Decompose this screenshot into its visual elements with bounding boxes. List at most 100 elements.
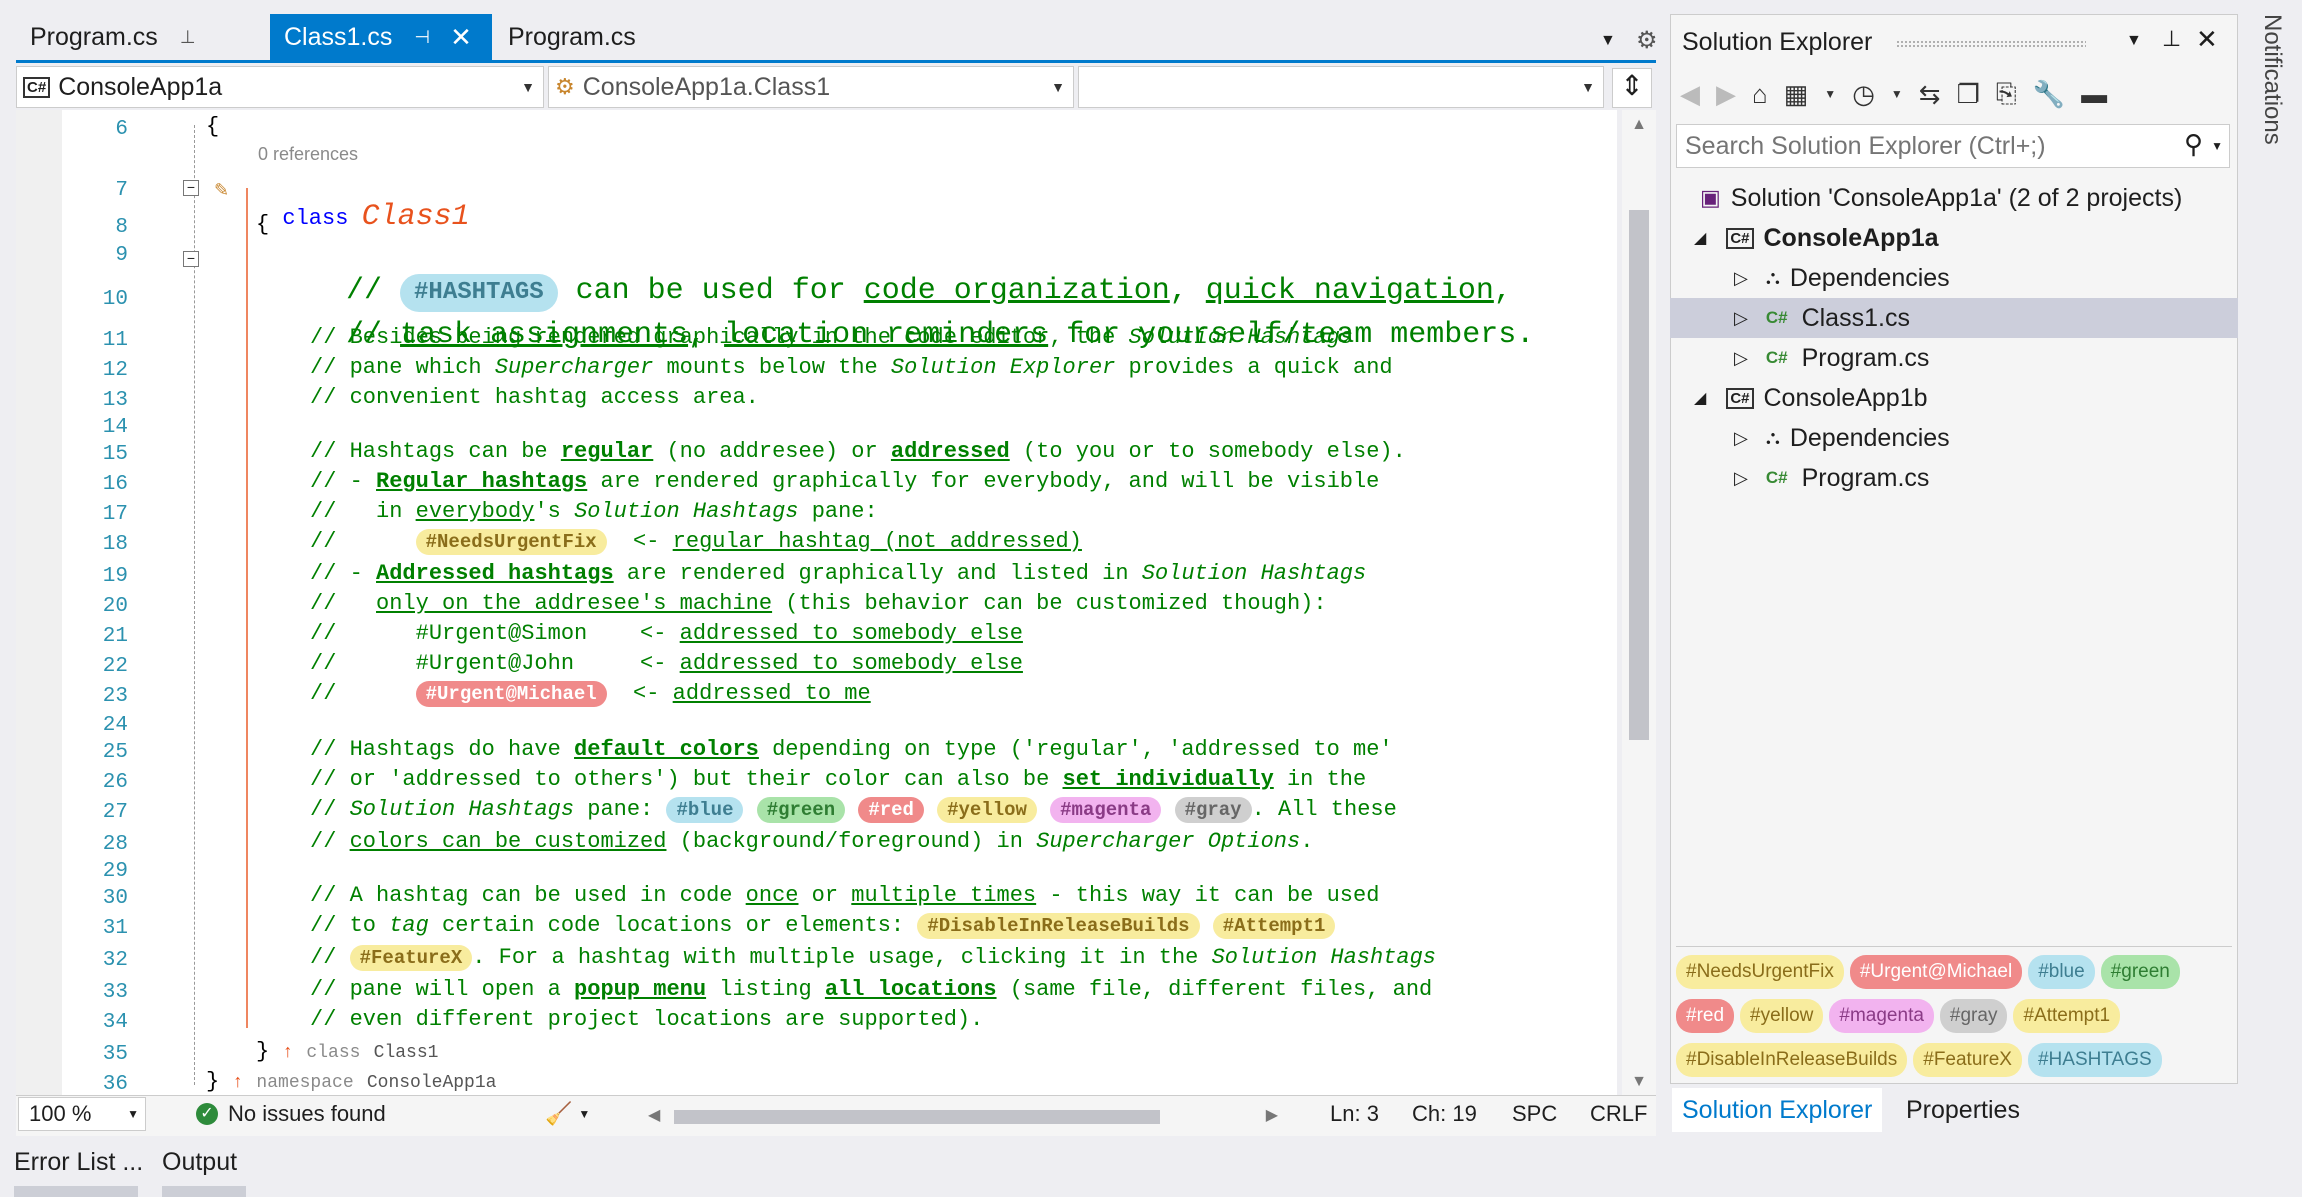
pin-icon[interactable]: ⊣ xyxy=(414,27,430,48)
close-icon[interactable]: ✕ xyxy=(450,22,472,53)
scroll-right-icon[interactable]: ▶ xyxy=(1266,1105,1278,1125)
switch-views-icon[interactable]: ▦ xyxy=(1784,79,1809,110)
home-icon[interactable]: ⌂ xyxy=(1752,79,1768,110)
hashtag-Attempt1[interactable]: #Attempt1 xyxy=(1212,913,1336,939)
hashtag-chip[interactable]: #blue xyxy=(2028,955,2095,989)
hashtag-chip[interactable]: #FeatureX xyxy=(1913,1043,2022,1077)
hashtag-magenta[interactable]: #magenta xyxy=(1050,797,1162,823)
hscroll-thumb[interactable] xyxy=(674,1110,1160,1124)
zoom-dropdown[interactable]: 100 % ▼ xyxy=(18,1097,146,1131)
forward-icon[interactable]: ▶ xyxy=(1716,79,1736,110)
back-icon[interactable]: ◀ xyxy=(1680,79,1700,110)
collapsed-caret-icon[interactable]: ▷ xyxy=(1734,468,1748,489)
column-indicator[interactable]: Ch: 19 xyxy=(1412,1097,1477,1131)
hashtag-chip[interactable]: #yellow xyxy=(1740,999,1824,1033)
line-indicator[interactable]: Ln: 3 xyxy=(1330,1097,1379,1131)
hashtag-FeatureX[interactable]: #FeatureX xyxy=(349,945,473,971)
comment-bold: all locations xyxy=(824,977,997,1002)
tab-program-pinned[interactable]: Program.cs ⊥ xyxy=(16,14,256,60)
pin-icon[interactable]: ⊥ xyxy=(180,27,196,48)
bottom-tab-error-list[interactable]: Error List ... xyxy=(14,1148,143,1177)
collapsed-caret-icon[interactable]: ▷ xyxy=(1734,268,1748,289)
vertical-scrollbar[interactable]: ▲ ▼ xyxy=(1622,110,1656,1095)
scroll-left-icon[interactable]: ◀ xyxy=(648,1105,660,1125)
collapsed-caret-icon[interactable]: ▷ xyxy=(1734,428,1748,449)
hashtag-NeedsUrgentFix[interactable]: #NeedsUrgentFix xyxy=(415,529,607,555)
hashtag-chip[interactable]: #HASHTAGS xyxy=(2027,1043,2162,1077)
code-line-25: // Hashtags do have default colors depen… xyxy=(310,737,1393,762)
tree-project-consoleapp1a[interactable]: ◢ C# ConsoleApp1a xyxy=(1670,218,2238,258)
comment-text: // - xyxy=(310,469,377,494)
minus-icon[interactable]: ▬ xyxy=(2081,79,2107,110)
hashtag-chip[interactable]: #green xyxy=(2100,955,2180,989)
comment-link: addressed to somebody else xyxy=(679,621,1023,646)
bottom-tab-output[interactable]: Output xyxy=(162,1148,237,1177)
codelens-references[interactable]: 0 references xyxy=(258,144,358,165)
search-input[interactable] xyxy=(1683,129,2167,163)
tree-file-program[interactable]: ▷ C# Program.cs xyxy=(1670,338,2238,378)
collapsed-caret-icon[interactable]: ▷ xyxy=(1734,308,1748,329)
tab-class1[interactable]: Class1.cs ⊣ ✕ xyxy=(270,14,492,60)
tree-dependencies[interactable]: ▷ ⛬ Dependencies xyxy=(1670,418,2238,458)
project-dropdown[interactable]: C# ConsoleApp1a ▼ xyxy=(16,66,544,108)
hashtag-green[interactable]: #green xyxy=(756,797,846,823)
collapse-class-icon[interactable]: − xyxy=(183,180,199,196)
hashtag-yellow[interactable]: #yellow xyxy=(937,797,1037,823)
chevron-down-icon[interactable]: ▼ xyxy=(1891,87,1903,101)
tab-program-preview[interactable]: Program.cs xyxy=(494,14,694,60)
tree-solution[interactable]: ▣ Solution 'ConsoleApp1a' (2 of 2 projec… xyxy=(1670,178,2238,218)
member-dropdown[interactable]: ▼ xyxy=(1078,66,1604,108)
tree-project-consoleapp1b[interactable]: ◢ C# ConsoleApp1b xyxy=(1670,378,2238,418)
split-editor-icon[interactable]: ⇕ xyxy=(1612,68,1652,108)
chevron-down-icon[interactable]: ▼ xyxy=(1824,87,1836,101)
pin-icon[interactable]: ⊥ xyxy=(2162,26,2181,52)
sync-icon[interactable]: ⇆ xyxy=(1919,79,1941,110)
type-dropdown[interactable]: ⚙ ConsoleApp1a.Class1 ▼ xyxy=(548,66,1074,108)
scroll-thumb[interactable] xyxy=(1629,210,1649,740)
show-all-files-icon[interactable]: ⎘ xyxy=(1996,78,2017,110)
code-cleanup-icon[interactable]: 🧹 ▼ xyxy=(545,1097,590,1131)
tree-file-class1[interactable]: ▷ C# Class1.cs xyxy=(1670,298,2238,338)
hashtag-Urgent-Michael[interactable]: #Urgent@Michael xyxy=(415,681,607,707)
whitespace-indicator[interactable]: SPC xyxy=(1512,1097,1557,1131)
collapse-all-icon[interactable]: ❐ xyxy=(1957,79,1980,110)
close-icon[interactable]: ✕ xyxy=(2196,24,2218,55)
hashtag-gray[interactable]: #gray xyxy=(1174,797,1252,823)
hashtag-chip[interactable]: #Attempt1 xyxy=(2013,999,2121,1033)
hashtag-chip[interactable]: #Urgent@Michael xyxy=(1849,955,2023,989)
hashtag-DisableInReleaseBuilds[interactable]: #DisableInReleaseBuilds xyxy=(917,913,1200,939)
line-ending-indicator[interactable]: CRLF xyxy=(1590,1097,1647,1131)
hashtag-red[interactable]: #red xyxy=(858,797,924,823)
hashtag-chip[interactable]: #NeedsUrgentFix xyxy=(1676,955,1844,989)
se-tab-solution-explorer[interactable]: Solution Explorer xyxy=(1672,1088,1883,1132)
chevron-down-icon[interactable]: ▼ xyxy=(2211,139,2223,153)
tab-overflow-icon[interactable]: ▼ xyxy=(1600,32,1616,50)
hashtag-chip[interactable]: #DisableInReleaseBuilds xyxy=(1676,1043,1908,1077)
expanded-caret-icon[interactable]: ◢ xyxy=(1694,388,1706,408)
panel-menu-icon[interactable]: ▼ xyxy=(2126,32,2142,50)
hashtag-chip[interactable]: #gray xyxy=(1939,999,2008,1033)
tree-dependencies[interactable]: ▷ ⛬ Dependencies xyxy=(1670,258,2238,298)
expanded-caret-icon[interactable]: ◢ xyxy=(1694,228,1706,248)
gear-icon[interactable]: ⚙ xyxy=(1636,26,1658,55)
collapse-comment-icon[interactable]: − xyxy=(183,251,199,267)
tab-label: Program.cs xyxy=(30,22,158,51)
horizontal-scrollbar[interactable]: ◀ ▶ xyxy=(648,1103,1278,1129)
search-box[interactable]: ⚲ ▼ xyxy=(1676,124,2230,168)
issues-indicator[interactable]: ✓ No issues found xyxy=(196,1097,386,1131)
tree-file-program[interactable]: ▷ C# Program.cs xyxy=(1670,458,2238,498)
search-icon[interactable]: ⚲ xyxy=(2184,129,2203,160)
collapsed-caret-icon[interactable]: ▷ xyxy=(1734,348,1748,369)
scroll-down-icon[interactable]: ▼ xyxy=(1622,1073,1656,1091)
scroll-up-icon[interactable]: ▲ xyxy=(1622,116,1656,134)
hashtag-blue[interactable]: #blue xyxy=(666,797,744,823)
hashtag-chip[interactable]: #red xyxy=(1676,999,1735,1033)
properties-wrench-icon[interactable]: 🔧 xyxy=(2033,79,2065,110)
hashtag-chip[interactable]: #magenta xyxy=(1829,999,1934,1033)
line-number: 17 xyxy=(102,503,128,526)
pending-changes-filter-icon[interactable]: ◷ xyxy=(1852,79,1875,110)
notifications-side-tab[interactable]: Notifications xyxy=(2254,14,2294,174)
se-tab-properties[interactable]: Properties xyxy=(1906,1088,2020,1132)
comment-text: // Besides being rendered graphically in… xyxy=(310,325,1129,350)
quick-action-icon[interactable]: ✎ xyxy=(214,180,229,201)
